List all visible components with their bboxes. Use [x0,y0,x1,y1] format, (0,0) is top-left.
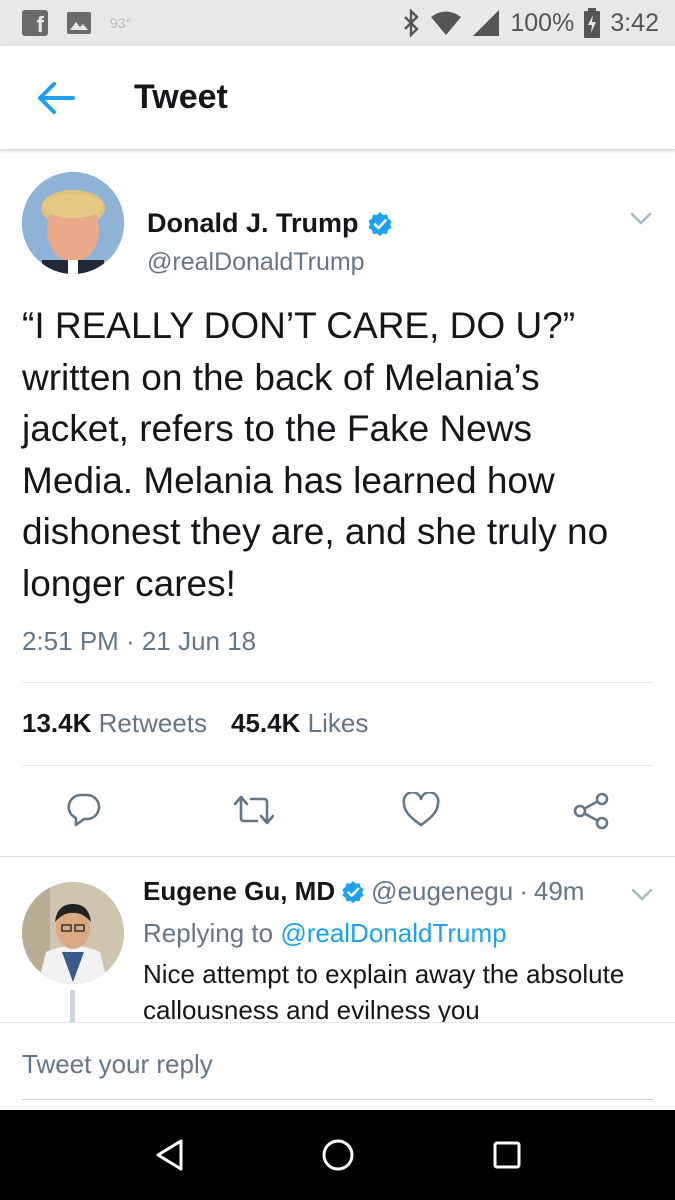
battery-icon [584,8,601,38]
recents-nav-icon[interactable] [492,1138,522,1172]
author-handle[interactable]: @realDonaldTrump [147,248,365,277]
status-bar: f 93° 100% 3:42 [0,0,675,46]
temperature-text: 93° [110,15,132,31]
reply-avatar-image [22,882,124,984]
author-name[interactable]: Donald J. Trump [147,208,393,239]
home-nav-icon[interactable] [321,1138,355,1172]
signal-icon [473,10,500,36]
like-label: Likes [307,708,369,738]
reply-input[interactable]: Tweet your reply [22,1049,213,1080]
page-title: Tweet [134,78,228,116]
input-underline [22,1099,653,1100]
share-icon[interactable] [572,792,610,830]
verified-badge-icon [368,211,392,236]
chevron-down-icon[interactable] [630,212,652,226]
bluetooth-icon [404,9,420,37]
reply-author-name[interactable]: Eugene Gu, MD [143,876,335,907]
reply-separator: · [519,876,528,906]
reply-author-handle[interactable]: @eugenegu [371,876,513,907]
thread-line [70,990,75,1022]
retweet-count: 13.4K [22,708,92,738]
divider [22,682,653,683]
reply-text: Nice attempt to explain away the absolut… [143,959,625,1022]
wifi-icon [431,11,462,35]
like-stat[interactable]: 45.4K Likes [231,708,368,739]
verified-badge-icon [342,880,364,903]
tweet-actions [0,792,675,832]
retweet-label: Retweets [98,708,208,738]
tweet-separator [0,856,675,857]
divider [22,765,653,766]
app-bar: Tweet [0,46,675,150]
tweet-text: “I REALLY DON’T CARE, DO U?” written on … [22,305,609,604]
tweet-timestamp: 2:51 PM · 21 Jun 18 [22,626,257,656]
reply-compose-bar: Tweet your reply [0,1022,675,1110]
clock-text: 3:42 [610,8,659,37]
avatar-image [22,172,124,274]
reply-icon[interactable] [66,792,102,828]
tweet-header: Donald J. Trump @realDonaldTrump [22,172,652,276]
replying-to: Replying to @realDonaldTrump [143,918,507,949]
arrow-left-icon [38,81,75,114]
retweet-icon[interactable] [232,792,276,828]
replying-to-mention[interactable]: @realDonaldTrump [280,918,506,948]
back-button[interactable] [24,66,88,130]
battery-text: 100% [510,8,575,37]
reply-header: Eugene Gu, MD @eugenegu · 49m [143,876,584,907]
reply-time: 49m [533,876,585,906]
replying-to-prefix: Replying to [143,918,274,948]
like-count: 45.4K [231,708,301,738]
chevron-down-icon[interactable] [631,888,653,902]
like-icon[interactable] [402,792,440,828]
author-name-text: Donald J. Trump [147,208,359,238]
reply-tweet[interactable]: Eugene Gu, MD @eugenegu · 49m Replying t… [0,858,675,1022]
tweet-stats: 13.4K Retweets 45.4K Likes [22,708,368,739]
facebook-icon: f [22,10,48,36]
navigation-bar [0,1110,675,1200]
photo-icon [67,12,91,34]
avatar[interactable] [22,172,124,274]
back-nav-icon[interactable] [154,1138,184,1172]
reply-avatar[interactable] [22,882,124,984]
retweet-stat[interactable]: 13.4K Retweets [22,708,207,739]
